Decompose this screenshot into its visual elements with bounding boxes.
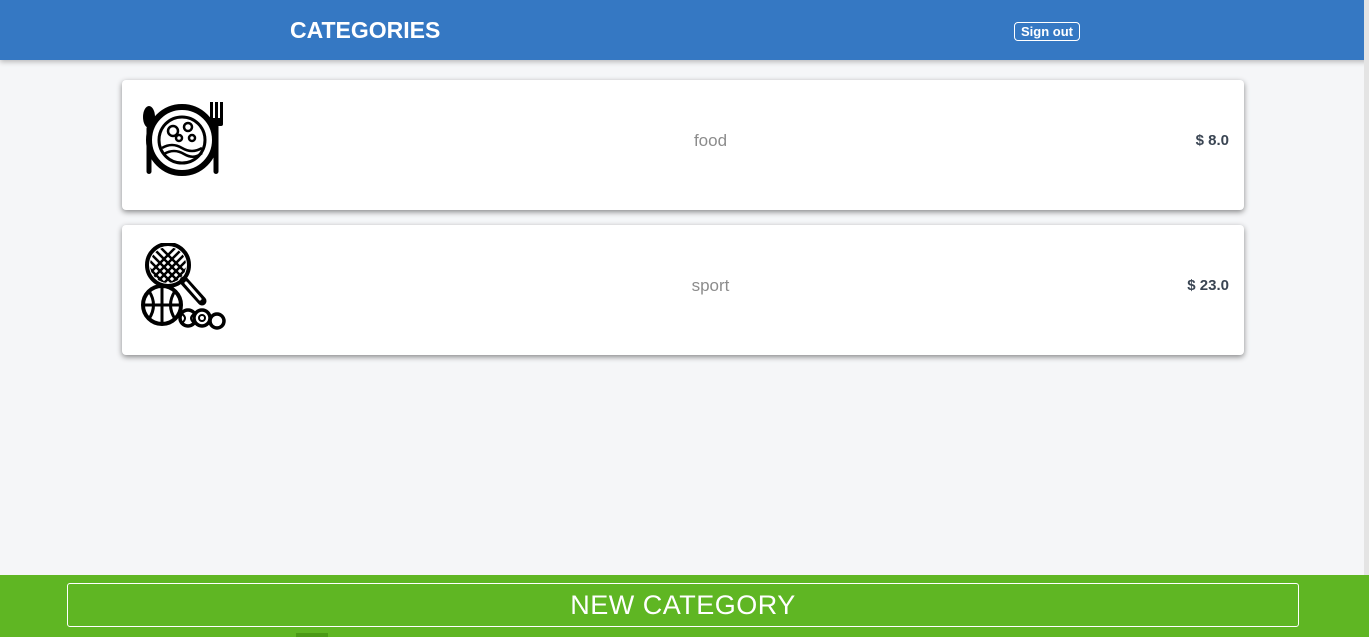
sign-out-button[interactable]: Sign out	[1014, 22, 1080, 41]
top-app-bar: CATEGORIES Sign out	[0, 0, 1369, 60]
category-card-sport[interactable]: sport $ 23.0	[122, 225, 1244, 355]
page-title: CATEGORIES	[290, 17, 441, 43]
category-amount: $ 23.0	[1187, 277, 1229, 294]
category-name: sport	[691, 276, 730, 295]
bottom-action-bar: NEW CATEGORY	[0, 575, 1369, 637]
footer-divider	[296, 633, 328, 637]
scrollbar[interactable]	[1364, 0, 1369, 575]
category-card-food[interactable]: food $ 8.0	[122, 80, 1244, 210]
category-name: food	[693, 131, 728, 150]
new-category-button[interactable]: NEW CATEGORY	[67, 583, 1299, 627]
category-amount: $ 8.0	[1195, 132, 1229, 149]
